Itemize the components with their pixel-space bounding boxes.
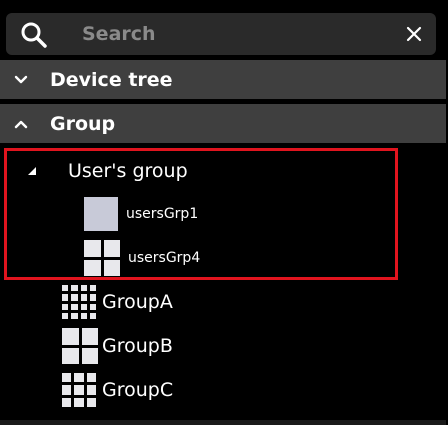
tree-item-label: GroupB bbox=[102, 335, 173, 357]
tree-node-users-group[interactable]: User's group bbox=[26, 156, 188, 186]
section-device-tree[interactable]: Device tree bbox=[0, 60, 446, 99]
tree-item-usersgrp4[interactable]: usersGrp4 bbox=[84, 240, 200, 276]
tree-item-groupc[interactable]: GroupC bbox=[62, 372, 173, 408]
section-device-tree-label: Device tree bbox=[50, 68, 173, 91]
grid-9-layout-icon bbox=[62, 373, 96, 407]
search-bar bbox=[6, 13, 436, 55]
tree-item-label: GroupC bbox=[102, 379, 174, 401]
search-input[interactable] bbox=[82, 21, 382, 47]
tree-item-usersgrp1[interactable]: usersGrp1 bbox=[84, 196, 198, 232]
close-icon[interactable] bbox=[404, 24, 424, 44]
group-tree-panel: Device tree Group User's group usersGrp1… bbox=[0, 0, 448, 425]
search-icon[interactable] bbox=[20, 21, 48, 49]
grid-16-layout-icon bbox=[62, 285, 96, 319]
chevron-down-icon bbox=[14, 75, 42, 85]
single-layout-icon bbox=[84, 197, 118, 231]
chevron-up-icon bbox=[14, 119, 42, 129]
tree-node-users-group-label: User's group bbox=[68, 160, 188, 182]
tree-item-label: GroupA bbox=[102, 291, 173, 313]
expanded-corner-icon[interactable] bbox=[26, 165, 38, 177]
section-group[interactable]: Group bbox=[0, 104, 446, 143]
tree-item-label: usersGrp1 bbox=[126, 206, 199, 222]
quad-layout-icon bbox=[62, 328, 98, 364]
section-group-label: Group bbox=[50, 112, 116, 135]
tree-item-label: usersGrp4 bbox=[128, 250, 201, 266]
panel-bottom-edge bbox=[0, 420, 446, 425]
tree-item-groupa[interactable]: GroupA bbox=[62, 284, 173, 320]
tree-item-groupb[interactable]: GroupB bbox=[62, 328, 173, 364]
quad-layout-icon bbox=[84, 240, 120, 276]
